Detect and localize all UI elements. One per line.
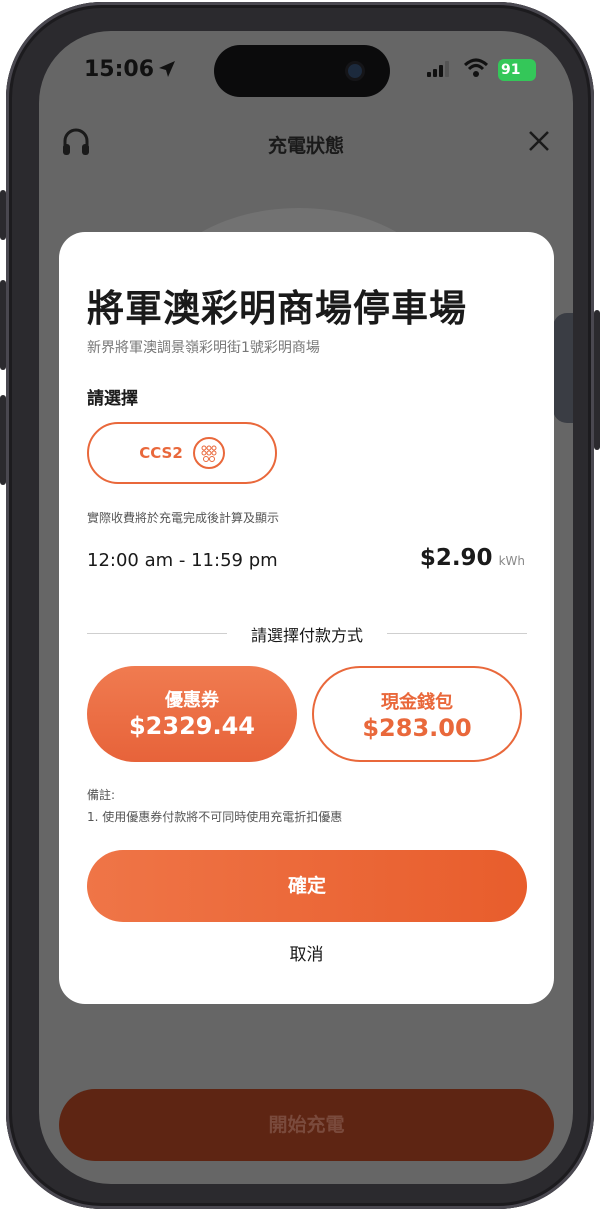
remarks-title: 備註: [87,788,116,802]
connector-label: CCS2 [139,444,183,462]
close-icon[interactable] [527,129,551,157]
page-title: 充電狀態 [267,135,344,157]
remark-item: 1. 使用優惠券付款將不可同時使用充電折扣優惠 [87,810,343,824]
tariff-price: $2.90 kWh [420,545,525,571]
fee-note: 實際收費將於充電完成後計算及顯示 [87,511,280,525]
side-button-power [594,310,600,450]
camera-icon [345,61,365,81]
payment-heading: 請選擇付款方式 [250,626,363,645]
pay-wallet-button[interactable]: 現金錢包 $283.00 [312,666,522,762]
side-button-action [0,190,6,240]
status-bar: 15:06 91 [39,31,573,111]
payment-divider: 請選擇付款方式 [87,622,527,646]
station-name: 將軍澳彩明商場停車場 [87,287,467,330]
top-nav: 充電狀態 [39,121,573,165]
battery-icon: 91 [498,59,536,81]
tariff-time-range: 12:00 am - 11:59 pm [87,550,278,571]
payment-modal: 將軍澳彩明商場停車場 新界將軍澳調景嶺彩明街1號彩明商場 請選擇 CCS2 實際… [59,232,554,1004]
confirm-button[interactable]: 確定 [87,850,527,922]
status-time: 15:06 [84,57,155,82]
wifi-icon [463,58,489,82]
side-button-volume-up [0,280,6,370]
station-address: 新界將軍澳調景嶺彩明街1號彩明商場 [87,340,320,356]
phone-frame: 15:06 91 充電狀態 將軍澳彩明商場停車場 新界將軍澳調景嶺彩明街1號彩明… [6,2,594,1209]
pay-wallet-label: 現金錢包 [381,692,453,713]
screen: 15:06 91 充電狀態 將軍澳彩明商場停車場 新界將軍澳調景嶺彩明街1號彩明… [39,31,573,1184]
start-charging-button[interactable]: 開始充電 [59,1089,554,1161]
tariff-price-unit: kWh [498,554,525,568]
pay-coupon-label: 優惠券 [165,690,219,711]
pay-coupon-amount: $2329.44 [128,712,255,740]
battery-level: 91 [501,62,521,78]
cellular-signal-icon [427,61,453,81]
cancel-button[interactable]: 取消 [59,940,554,965]
connector-ccs2-button[interactable]: CCS2 [87,422,277,484]
background-car-image [553,313,573,423]
ccs2-plug-icon [192,437,225,469]
tariff-price-value: $2.90 [419,545,493,571]
divider-line-right [387,633,527,634]
pay-wallet-amount: $283.00 [362,714,472,742]
location-arrow-icon [157,59,177,83]
select-label: 請選擇 [87,389,138,409]
side-button-volume-down [0,395,6,485]
pay-coupon-button[interactable]: 優惠券 $2329.44 [87,666,297,762]
